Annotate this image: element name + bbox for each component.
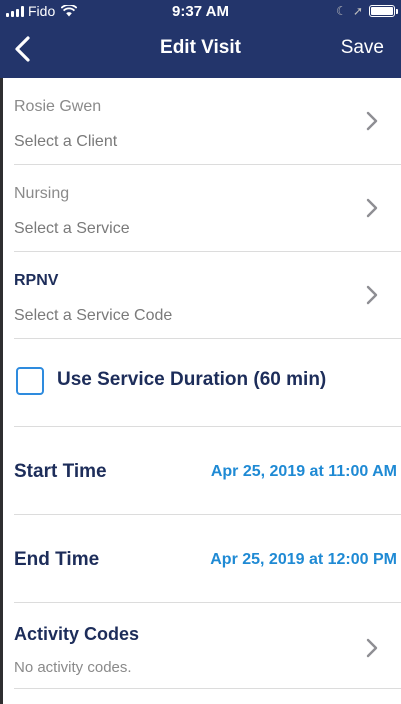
service-code-value: RPNV: [14, 272, 59, 289]
end-time-value[interactable]: Apr 25, 2019 at 12:00 PM: [210, 551, 397, 569]
status-bar: Fido 9:37 AM ☾ ➚: [0, 0, 401, 22]
moon-icon: ☾: [336, 4, 347, 18]
battery-icon: [369, 5, 398, 17]
location-icon: ➚: [352, 4, 363, 18]
service-hint: Select a Service: [14, 220, 130, 237]
activity-codes-value: No activity codes.: [14, 659, 132, 676]
chevron-right-icon: [366, 638, 378, 658]
use-duration-label[interactable]: Use Service Duration (60 min): [57, 369, 326, 391]
chevron-right-icon: [366, 285, 378, 305]
service-code-hint: Select a Service Code: [14, 307, 173, 324]
start-time-value[interactable]: Apr 25, 2019 at 11:00 AM: [211, 463, 397, 481]
top-bar: Fido 9:37 AM ☾ ➚ Edit Visit Save: [0, 0, 401, 78]
navigation-bar: Edit Visit Save: [0, 22, 401, 78]
chevron-right-icon: [366, 198, 378, 218]
client-value: Rosie Gwen: [14, 98, 102, 115]
duration-row: Use Service Duration (60 min): [14, 339, 401, 427]
service-value: Nursing: [14, 185, 70, 202]
use-duration-checkbox[interactable]: [16, 367, 44, 395]
activity-codes-label: Activity Codes: [14, 624, 140, 644]
phone-screen: Fido 9:37 AM ☾ ➚ Edit Visit Save Rosie G…: [0, 0, 401, 704]
activity-codes-row[interactable]: Activity Codes No activity codes.: [14, 603, 401, 689]
start-time-row[interactable]: Start Time Apr 25, 2019 at 11:00 AM: [14, 427, 401, 515]
save-button[interactable]: Save: [341, 37, 384, 59]
visit-form: Rosie Gwen Select a Client Nursing Selec…: [0, 78, 401, 689]
client-hint: Select a Client: [14, 133, 118, 150]
screen-edge: [0, 78, 3, 704]
end-time-row[interactable]: End Time Apr 25, 2019 at 12:00 PM: [14, 515, 401, 603]
service-code-row[interactable]: RPNV Select a Service Code: [14, 252, 401, 339]
start-time-label: Start Time: [14, 461, 107, 482]
chevron-right-icon: [366, 111, 378, 131]
end-time-label: End Time: [14, 549, 100, 570]
service-row[interactable]: Nursing Select a Service: [14, 165, 401, 252]
status-right: ☾ ➚: [336, 4, 398, 18]
client-row[interactable]: Rosie Gwen Select a Client: [14, 78, 401, 165]
